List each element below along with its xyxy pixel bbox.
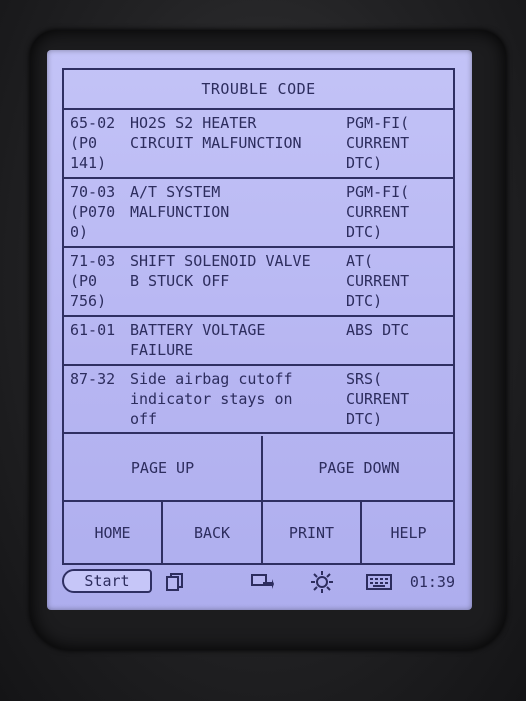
code-row[interactable]: 61-01 BATTERY VOLTAGE FAILURE ABS DTC: [64, 317, 453, 366]
dtc-description: HO2S S2 HEATER CIRCUIT MALFUNCTION: [130, 114, 302, 152]
page-down-button[interactable]: PAGE DOWN: [263, 436, 455, 500]
dtc-description: BATTERY VOLTAGE FAILURE: [130, 321, 266, 359]
window-icon[interactable]: [164, 571, 186, 593]
code-row[interactable]: 70-03 (P070 0) A/T SYSTEM MALFUNCTION PG…: [64, 179, 453, 248]
brightness-icon[interactable]: [310, 571, 334, 593]
page-title: TROUBLE CODE: [64, 70, 453, 110]
dtc-code: 70-03 (P070 0): [70, 183, 116, 241]
dtc-system: PGM-FI( CURRENT DTC): [346, 183, 410, 241]
trouble-code-panel: TROUBLE CODE 65-02 (P0 141) HO2S S2 HEAT…: [62, 68, 455, 565]
dtc-system: SRS( CURRENT DTC): [346, 370, 410, 428]
dtc-code: 71-03 (P0 756): [70, 252, 116, 310]
code-row[interactable]: 65-02 (P0 141) HO2S S2 HEATER CIRCUIT MA…: [64, 110, 453, 179]
lcd-screen: TROUBLE CODE 65-02 (P0 141) HO2S S2 HEAT…: [47, 50, 472, 610]
dtc-description: SHIFT SOLENOID VALVE B STUCK OFF: [130, 252, 311, 290]
page-up-button[interactable]: PAGE UP: [64, 436, 261, 500]
dtc-system: ABS DTC: [346, 321, 410, 339]
dtc-system: PGM-FI( CURRENT DTC): [346, 114, 410, 172]
dtc-code: 87-32: [70, 370, 116, 388]
dtc-code: 65-02 (P0 141): [70, 114, 116, 172]
taskbar: Start 01:39: [62, 567, 455, 597]
display-arrow-icon[interactable]: [249, 571, 275, 593]
help-button[interactable]: HELP: [362, 502, 455, 563]
start-button[interactable]: Start: [62, 569, 152, 593]
dtc-description: A/T SYSTEM MALFUNCTION: [130, 183, 230, 221]
clock: 01:39: [409, 573, 455, 591]
print-button[interactable]: PRINT: [263, 502, 360, 563]
dtc-description: Side airbag cutoff indicator stays on of…: [130, 370, 293, 428]
code-row[interactable]: 87-32 Side airbag cutoff indicator stays…: [64, 366, 453, 434]
dtc-code: 61-01: [70, 321, 116, 339]
keyboard-icon[interactable]: [365, 571, 393, 593]
back-button[interactable]: BACK: [163, 502, 261, 563]
code-row[interactable]: 71-03 (P0 756) SHIFT SOLENOID VALVE B ST…: [64, 248, 453, 317]
home-button[interactable]: HOME: [64, 502, 161, 563]
dtc-system: AT( CURRENT DTC): [346, 252, 410, 310]
